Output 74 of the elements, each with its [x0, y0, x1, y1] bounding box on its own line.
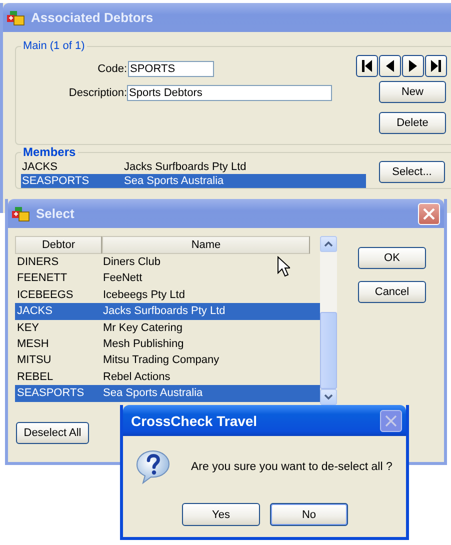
group-title: Members	[22, 145, 77, 159]
window-title: Select	[36, 206, 74, 221]
chevron-down-icon	[324, 394, 333, 400]
table-cell-text: Jacks Surfboards Pty Ltd	[103, 304, 226, 320]
list-row[interactable]: JACKS Jacks Surfboards Pty Ltd	[15, 303, 320, 320]
table-cell-text: Rebel Actions	[103, 370, 170, 385]
table-cell-text: KEY	[17, 320, 40, 336]
table-cell-text: Icebeegs Pty Ltd	[103, 288, 185, 303]
cursor-icon	[277, 256, 290, 277]
table-cell-text: ICEBEEGS	[17, 288, 74, 303]
table-cell-text: FEENETT	[17, 271, 68, 286]
app-icon	[7, 10, 25, 26]
question-bubble-icon	[135, 449, 171, 485]
field-label: Code:	[98, 63, 128, 75]
column-header[interactable]: Name	[102, 236, 310, 254]
table-cell-text: Mesh Publishing	[103, 336, 184, 352]
list-row[interactable]: MITSU Mitsu Trading Company	[15, 352, 320, 369]
column-header[interactable]: Debtor	[15, 236, 102, 254]
code-field[interactable]: SPORTS	[128, 61, 214, 77]
scroll-down-button[interactable]	[320, 388, 337, 405]
no-button[interactable]: No	[270, 503, 348, 526]
right-triangle-icon	[407, 59, 419, 73]
table-cell-text: FeeNett	[103, 271, 142, 286]
table-cell-text: Mitsu Trading Company	[103, 353, 220, 368]
member-code: JACKS	[22, 160, 58, 174]
description-field[interactable]: Sports Debtors	[127, 85, 332, 101]
yes-button[interactable]: Yes	[182, 503, 260, 526]
next-record-button[interactable]	[402, 55, 424, 77]
app-icon	[12, 206, 30, 222]
table-cell-text: JACKS	[17, 304, 54, 320]
skip-end-icon	[430, 59, 442, 73]
window-title: Associated Debtors	[31, 10, 154, 25]
chevron-up-icon	[324, 241, 333, 248]
list-row[interactable]: KEY Mr Key Catering	[15, 320, 320, 336]
member-name: Jacks Surfboards Pty Ltd	[124, 160, 246, 174]
table-cell-text: Sea Sports Australia	[103, 386, 203, 402]
table-cell-text: MESH	[17, 336, 50, 352]
table-cell-text: SEASPORTS	[17, 386, 86, 402]
list-row[interactable]: JACKS Jacks Surfboards Pty Ltd	[21, 160, 366, 174]
scroll-thumb[interactable]	[320, 312, 337, 389]
close-icon	[385, 414, 397, 426]
dialog-message: Are you sure you want to de-select all ?	[191, 461, 392, 473]
table-cell-text: MITSU	[17, 353, 52, 368]
table-cell-text: Diners Club	[103, 255, 160, 270]
delete-button[interactable]: Delete	[379, 112, 446, 134]
field-label: Description:	[68, 87, 128, 99]
table-cell-text: DINERS	[17, 255, 60, 270]
member-name: Sea Sports Australia	[124, 174, 224, 188]
first-record-button[interactable]	[356, 55, 378, 77]
list-row[interactable]: ICEBEEGS Icebeegs Pty Ltd	[15, 286, 320, 304]
list-row[interactable]: MESH Mesh Publishing	[15, 336, 320, 352]
table-cell-text: REBEL	[17, 370, 54, 385]
list-row[interactable]: SEASPORTS Sea Sports Australia	[21, 174, 366, 188]
cancel-button[interactable]: Cancel	[358, 281, 426, 303]
group-title: Main (1 of 1)	[22, 40, 86, 52]
list-row[interactable]: FEENETT FeeNett	[15, 270, 320, 287]
close-button[interactable]	[380, 410, 402, 432]
close-icon	[423, 208, 435, 220]
scrollbar[interactable]	[320, 236, 337, 405]
previous-record-button[interactable]	[379, 55, 401, 77]
ok-button[interactable]: OK	[358, 247, 426, 269]
dialog-title: CrossCheck Travel	[131, 412, 258, 428]
new-button[interactable]: New	[379, 81, 446, 103]
left-triangle-icon	[384, 59, 396, 73]
list-row[interactable]: REBEL Rebel Actions	[15, 368, 320, 386]
last-record-button[interactable]	[425, 55, 447, 77]
scroll-up-button[interactable]	[320, 236, 337, 252]
deselect-all-button[interactable]: Deselect All	[16, 422, 89, 444]
skip-start-icon	[361, 59, 373, 73]
select-button[interactable]: Select...	[379, 161, 445, 183]
list-row[interactable]: DINERS Diners Club	[15, 254, 320, 270]
list-row[interactable]: SEASPORTS Sea Sports Australia	[15, 385, 320, 402]
table-cell-text: Mr Key Catering	[103, 320, 182, 336]
member-code: SEASPORTS	[22, 174, 90, 188]
